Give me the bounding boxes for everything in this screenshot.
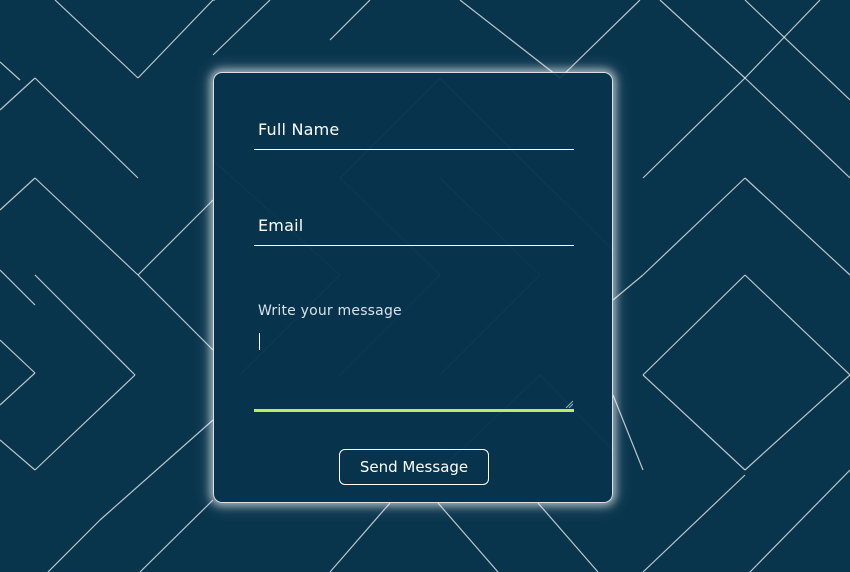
page-background: Full Name Email Write your message Send … bbox=[0, 0, 850, 572]
full-name-field[interactable]: Full Name bbox=[254, 113, 574, 150]
text-cursor bbox=[259, 333, 260, 350]
contact-form-card: Full Name Email Write your message Send … bbox=[213, 72, 613, 503]
email-placeholder: Email bbox=[258, 216, 304, 235]
full-name-placeholder: Full Name bbox=[258, 120, 340, 139]
resize-grip-icon[interactable] bbox=[565, 400, 573, 408]
message-placeholder: Write your message bbox=[258, 303, 402, 319]
email-field[interactable]: Email bbox=[254, 209, 574, 246]
send-message-button[interactable]: Send Message bbox=[339, 449, 489, 485]
message-field[interactable]: Write your message bbox=[254, 295, 574, 412]
